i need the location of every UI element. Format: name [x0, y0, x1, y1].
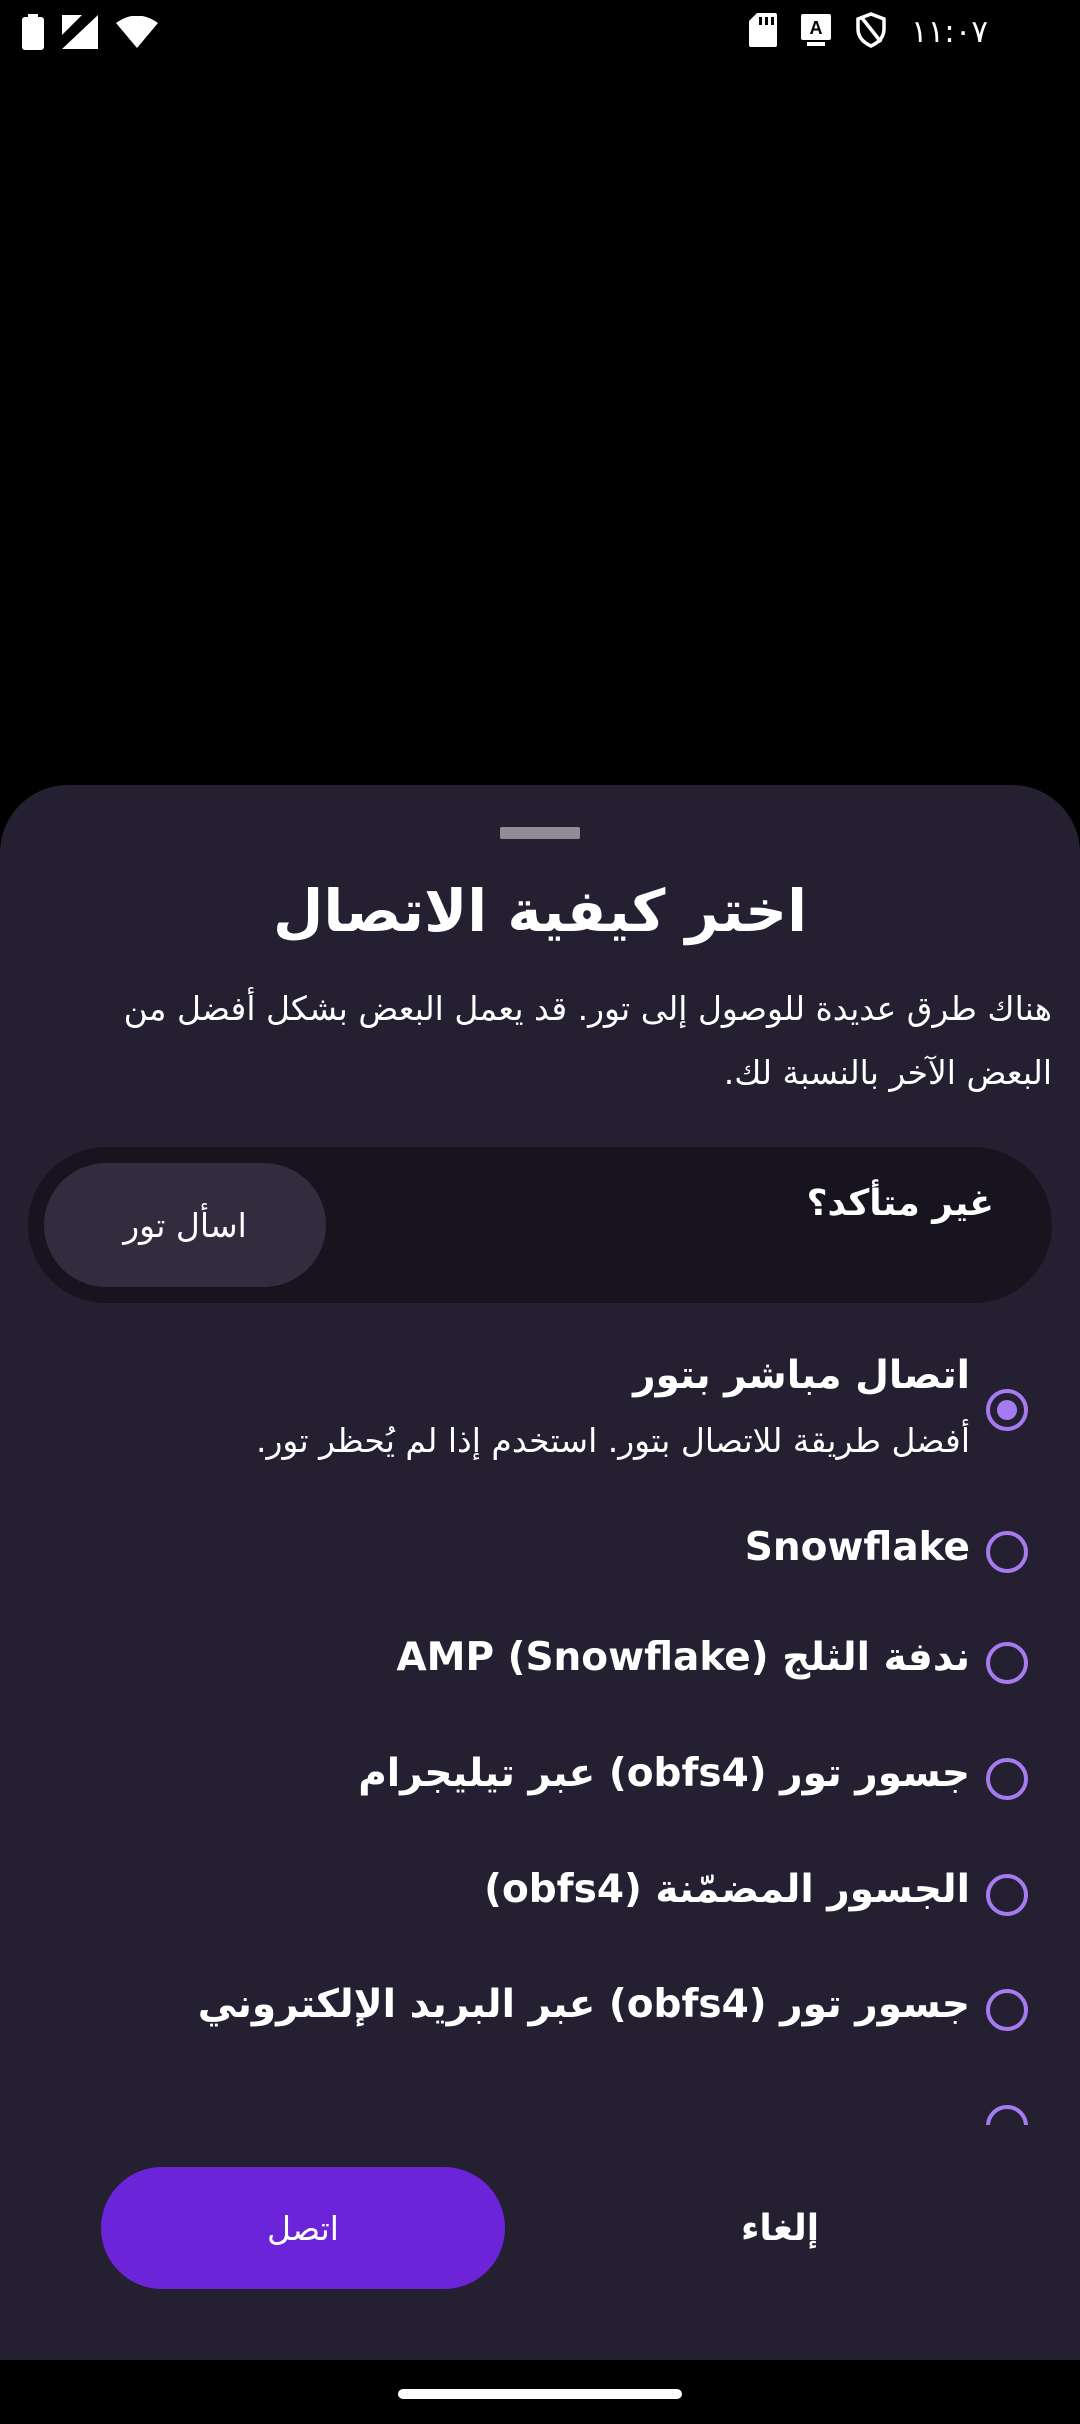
radio-unselected[interactable] [986, 2105, 1028, 2125]
connect-button[interactable]: اتصل [101, 2167, 505, 2289]
keyboard-a-icon: A [800, 14, 831, 50]
radio-selected[interactable] [986, 1389, 1028, 1431]
radio-unselected[interactable] [986, 1758, 1028, 1800]
svg-text:A: A [809, 18, 822, 38]
status-time: ١١:٠٧ [910, 14, 988, 50]
sd-card-icon [748, 13, 777, 51]
connection-bottom-sheet: اختر كيفية الاتصال هناك طرق عديدة للوصول… [0, 785, 1080, 2360]
option-subtitle: أفضل طريقة للاتصال بتور. استخدم إذا لم ي… [255, 1421, 970, 1460]
option-title: الجسور المضمّنة (obfs4) [484, 1867, 970, 1912]
option-title: ندفة الثلج (Snowflake) AMP [396, 1635, 970, 1680]
option-title: اتصال مباشر بتور [633, 1353, 970, 1398]
wifi-icon [116, 15, 158, 52]
radio-unselected[interactable] [986, 1989, 1028, 2031]
status-bar: A ١١:٠٧ [0, 0, 1080, 70]
radio-unselected[interactable] [986, 1874, 1028, 1916]
cancel-button[interactable]: إلغاء [660, 2167, 900, 2289]
option-title: جسور تور (obfs4) عبر البريد الإلكتروني [197, 1982, 970, 2027]
option-title: Snowflake [744, 1525, 970, 1570]
radio-unselected[interactable] [986, 1531, 1028, 1573]
connection-options-list[interactable]: اتصال مباشر بتور أفضل طريقة للاتصال بتور… [0, 785, 1080, 2125]
option-title: جسور تور (obfs4) عبر تيليجرام [358, 1751, 970, 1796]
cellular-signal-icon [62, 15, 98, 53]
battery-icon [22, 14, 44, 54]
radio-unselected[interactable] [986, 1642, 1028, 1684]
home-indicator[interactable] [398, 2389, 682, 2399]
vpn-shield-icon [855, 12, 887, 52]
